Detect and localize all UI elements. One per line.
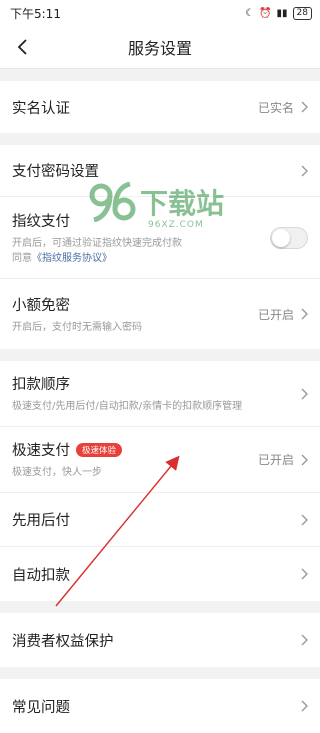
row-label: 常见问题 [12,699,70,716]
row-realname[interactable]: 实名认证 已实名 [0,81,320,133]
row-label: 先用后付 [12,513,70,529]
agree-prefix: 同意 [12,252,32,264]
chevron-left-icon [17,39,27,55]
row-label: 自动扣款 [12,567,70,584]
nav-bar: 服务设置 [0,26,320,69]
row-label: 支付密码设置 [12,164,99,180]
moon-icon: ☾ [245,7,255,19]
battery-icon: 28 [292,6,312,20]
chevron-right-icon [301,165,308,176]
chevron-right-icon [301,454,308,465]
row-value: 已开启 [257,453,294,467]
row-label: 小额免密 [12,297,70,314]
row-label: 极速支付 极速体验 [12,439,258,460]
fastpay-tag-badge: 极速体验 [76,443,123,457]
row-fastpay[interactable]: 极速支付 极速体验 极速支付，快人一步 已开启 [0,427,320,493]
back-button[interactable] [10,35,34,59]
row-smallfree[interactable]: 小额免密 开启后，支付时无需输入密码 已开启 [0,279,320,349]
status-icons: ☾ ⏰ ▮▮ 28 [245,6,312,20]
group-faq: 常见问题 [0,679,320,733]
chevron-right-icon [301,634,308,646]
row-label: 消费者权益保护 [12,633,114,650]
chevron-right-icon [301,101,308,113]
row-paypwd[interactable]: 支付密码设置 [0,145,320,197]
row-label: 实名认证 [12,100,70,117]
signal-icon: ▮▮ [276,7,288,19]
row-fingerprint: 指纹支付 开启后，可通过验证指纹快速完成付款 同意《指纹服务协议》 [0,197,320,279]
row-value: 已实名 [257,100,294,115]
row-desc: 开启后，可通过验证指纹快速完成付款 [12,237,182,249]
page-title: 服务设置 [127,39,192,58]
chevron-right-icon [301,514,308,525]
status-time: 下午5:11 [10,6,61,21]
chevron-right-icon [301,568,308,580]
group-payment-security: 支付密码设置 指纹支付 开启后，可通过验证指纹快速完成付款 同意《指纹服务协议》… [0,145,320,349]
agreement-line: 同意《指纹服务协议》 [12,251,270,266]
row-label: 扣款顺序 [12,377,70,393]
toggle-knob [272,228,290,247]
row-value: 已开启 [257,307,294,322]
fingerprint-toggle[interactable] [270,226,308,249]
group-consumer: 消费者权益保护 [0,613,320,667]
row-desc: 开启后，支付时无需输入密码 [12,321,142,333]
chevron-right-icon [301,308,308,320]
fingerprint-agreement-link[interactable]: 《指纹服务协议》 [32,253,112,264]
row-faq[interactable]: 常见问题 [0,679,320,733]
row-desc: 极速支付，快人一步 [12,467,102,478]
row-label: 指纹支付 [12,213,70,230]
chevron-right-icon [301,700,308,712]
chevron-right-icon [301,388,308,399]
row-payafter[interactable]: 先用后付 [0,493,320,547]
status-bar: 下午5:11 ☾ ⏰ ▮▮ 28 [0,0,320,26]
row-consumer[interactable]: 消费者权益保护 [0,613,320,667]
group-identity: 实名认证 已实名 [0,81,320,133]
row-desc: 极速支付/先用后付/自动扣款/亲情卡的扣款顺序管理 [12,401,243,412]
row-autodeduct[interactable]: 自动扣款 [0,547,320,601]
row-label-text: 极速支付 [12,443,70,459]
group-deduction: 扣款顺序 极速支付/先用后付/自动扣款/亲情卡的扣款顺序管理 极速支付 极速体验 … [0,361,320,601]
row-order[interactable]: 扣款顺序 极速支付/先用后付/自动扣款/亲情卡的扣款顺序管理 [0,361,320,427]
alarm-icon: ⏰ [259,7,272,19]
